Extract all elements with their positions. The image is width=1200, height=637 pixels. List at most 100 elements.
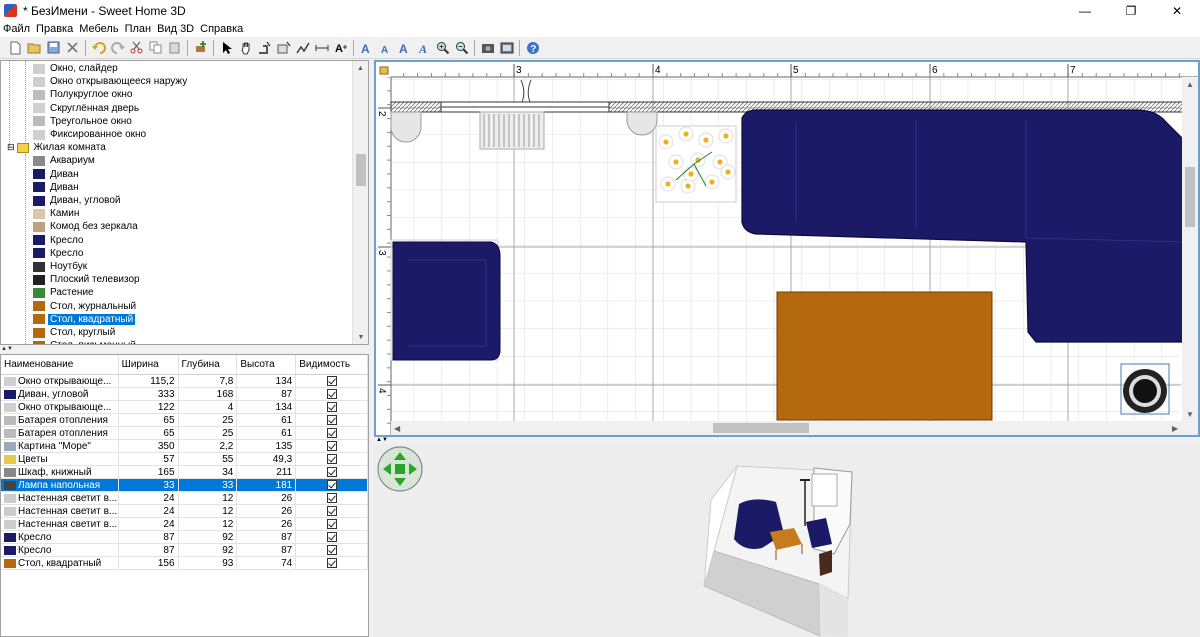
menu-3d-view[interactable]: Вид 3D	[154, 21, 197, 37]
redo-icon[interactable]	[108, 38, 127, 57]
visibility-checkbox[interactable]	[326, 402, 337, 412]
plan-canvas[interactable]: 3 4 5 6 7 2 3 4 ▲ ▼ ◀ ▶	[376, 62, 1198, 435]
zoom-in-icon[interactable]	[433, 38, 452, 57]
cut-icon[interactable]	[63, 38, 82, 57]
catalog-item[interactable]: Плоский телевизор	[1, 273, 353, 286]
visibility-checkbox[interactable]	[326, 480, 337, 490]
catalog-item[interactable]: Диван	[1, 181, 353, 194]
text-bold-icon[interactable]: A	[395, 38, 414, 57]
table-row[interactable]: Настенная светит в... 24 12 26	[1, 505, 368, 518]
plan-view[interactable]: 3 4 5 6 7 2 3 4 ▲ ▼ ◀ ▶	[374, 60, 1200, 437]
visibility-checkbox[interactable]	[326, 467, 337, 477]
wall-lamp-icon[interactable]	[390, 111, 422, 143]
catalog-item[interactable]: Окно, слайдер	[1, 62, 353, 75]
pan-icon[interactable]	[236, 38, 255, 57]
save-icon[interactable]	[44, 38, 63, 57]
catalog-item[interactable]: Скруглённая дверь	[1, 102, 353, 115]
col-height[interactable]: Высота	[237, 355, 297, 374]
catalog-item[interactable]: Стол, квадратный	[1, 313, 353, 326]
catalog-item[interactable]: Комод без зеркала	[1, 220, 353, 233]
plan-vscroll-thumb[interactable]	[1185, 167, 1195, 227]
close-button[interactable]: ✕	[1154, 0, 1200, 21]
create-dimensions-icon[interactable]	[312, 38, 331, 57]
visibility-checkbox[interactable]	[326, 428, 337, 438]
catalog-item[interactable]: Камин	[1, 207, 353, 220]
select-icon[interactable]	[217, 38, 236, 57]
catalog-item[interactable]: Фиксированное окно	[1, 128, 353, 141]
menu-edit[interactable]: Правка	[33, 21, 76, 37]
table-row[interactable]: Настенная светит в... 24 12 26	[1, 492, 368, 505]
create-walls-icon[interactable]	[255, 38, 274, 57]
visibility-checkbox[interactable]	[326, 545, 337, 555]
help-icon[interactable]: ?	[523, 38, 542, 57]
cut-icon[interactable]	[127, 38, 146, 57]
create-rooms-icon[interactable]	[274, 38, 293, 57]
zoom-out-icon[interactable]	[452, 38, 471, 57]
table-row[interactable]: Лампа напольная 33 33 181	[1, 479, 368, 492]
square-table[interactable]	[776, 291, 993, 421]
visibility-checkbox[interactable]	[326, 376, 337, 386]
3d-view[interactable]	[374, 444, 1200, 637]
table-row[interactable]: Картина "Море" 350 2,2 135	[1, 440, 368, 453]
catalog-item[interactable]: Диван, угловой	[1, 194, 353, 207]
plan-3d-splitter[interactable]: ▲▼	[374, 437, 1200, 444]
furniture-catalog-tree[interactable]: Окно, слайдер Окно открывающееся наружу По…	[0, 60, 369, 345]
3d-canvas[interactable]	[374, 444, 1200, 637]
table-row[interactable]: Настенная светит в... 24 12 26	[1, 518, 368, 531]
menu-furniture[interactable]: Мебель	[76, 21, 121, 37]
left-panel-splitter[interactable]: ▲▼	[0, 345, 369, 354]
catalog-item[interactable]: Диван	[1, 168, 353, 181]
table-row[interactable]: Батарея отопления 65 25 61	[1, 414, 368, 427]
new-file-icon[interactable]	[6, 38, 25, 57]
visibility-checkbox[interactable]	[326, 454, 337, 464]
menu-help[interactable]: Справка	[197, 21, 246, 37]
undo-icon[interactable]	[89, 38, 108, 57]
add-text-icon[interactable]: A	[331, 38, 350, 57]
catalog-item[interactable]: Полукруглое окно	[1, 88, 353, 101]
visibility-checkbox[interactable]	[326, 558, 337, 568]
catalog-item[interactable]: Окно открывающееся наружу	[1, 75, 353, 88]
visibility-checkbox[interactable]	[326, 506, 337, 516]
catalog-item[interactable]: Стол, круглый	[1, 326, 353, 339]
catalog-item[interactable]: Треугольное окно	[1, 115, 353, 128]
text-bigger-icon[interactable]: A	[357, 38, 376, 57]
open-icon[interactable]	[25, 38, 44, 57]
radiator[interactable]	[479, 111, 545, 150]
catalog-item[interactable]: Стол, журнальный	[1, 300, 353, 313]
minimize-button[interactable]: —	[1062, 0, 1108, 21]
table-row[interactable]: Окно открывающе... 115,2 7,8 134	[1, 375, 368, 388]
create-photo-icon[interactable]	[478, 38, 497, 57]
maximize-button[interactable]: ❐	[1108, 0, 1154, 21]
visibility-checkbox[interactable]	[326, 415, 337, 425]
catalog-scrollbar[interactable]: ▲ ▼	[352, 61, 368, 344]
catalog-item[interactable]: ⊟ Жилая комната	[1, 141, 353, 154]
table-row[interactable]: Цветы 57 55 49,3	[1, 453, 368, 466]
scroll-down-arrow-icon[interactable]: ▼	[353, 330, 368, 344]
table-row[interactable]: Кресло 87 92 87	[1, 531, 368, 544]
col-width[interactable]: Ширина	[119, 355, 179, 374]
furniture-table[interactable]: Наименование Ширина Глубина Высота Видим…	[0, 354, 369, 637]
navigation-arrows-icon[interactable]	[377, 446, 423, 492]
plan-hscroll-thumb[interactable]	[713, 423, 809, 433]
col-visibility[interactable]: Видимость	[296, 355, 368, 374]
add-furniture-icon[interactable]	[191, 38, 210, 57]
visibility-checkbox[interactable]	[326, 532, 337, 542]
table-row[interactable]: Батарея отопления 65 25 61	[1, 427, 368, 440]
catalog-item[interactable]: Растение	[1, 286, 353, 299]
catalog-item[interactable]: Кресло	[1, 234, 353, 247]
table-row[interactable]: Кресло 87 92 87	[1, 544, 368, 557]
menu-plan[interactable]: План	[122, 21, 155, 37]
visibility-checkbox[interactable]	[326, 441, 337, 451]
menu-file[interactable]: Файл	[0, 21, 33, 37]
lock-icon[interactable]	[379, 66, 389, 75]
text-italic-icon[interactable]: A	[414, 38, 433, 57]
create-polylines-icon[interactable]	[293, 38, 312, 57]
text-smaller-icon[interactable]: A	[376, 38, 395, 57]
table-row[interactable]: Диван, угловой 333 168 87	[1, 388, 368, 401]
catalog-item[interactable]: Ноутбук	[1, 260, 353, 273]
copy-icon[interactable]	[146, 38, 165, 57]
visibility-checkbox[interactable]	[326, 389, 337, 399]
create-video-icon[interactable]	[497, 38, 516, 57]
catalog-item[interactable]: Кресло	[1, 247, 353, 260]
scroll-up-arrow-icon[interactable]: ▲	[353, 61, 368, 75]
